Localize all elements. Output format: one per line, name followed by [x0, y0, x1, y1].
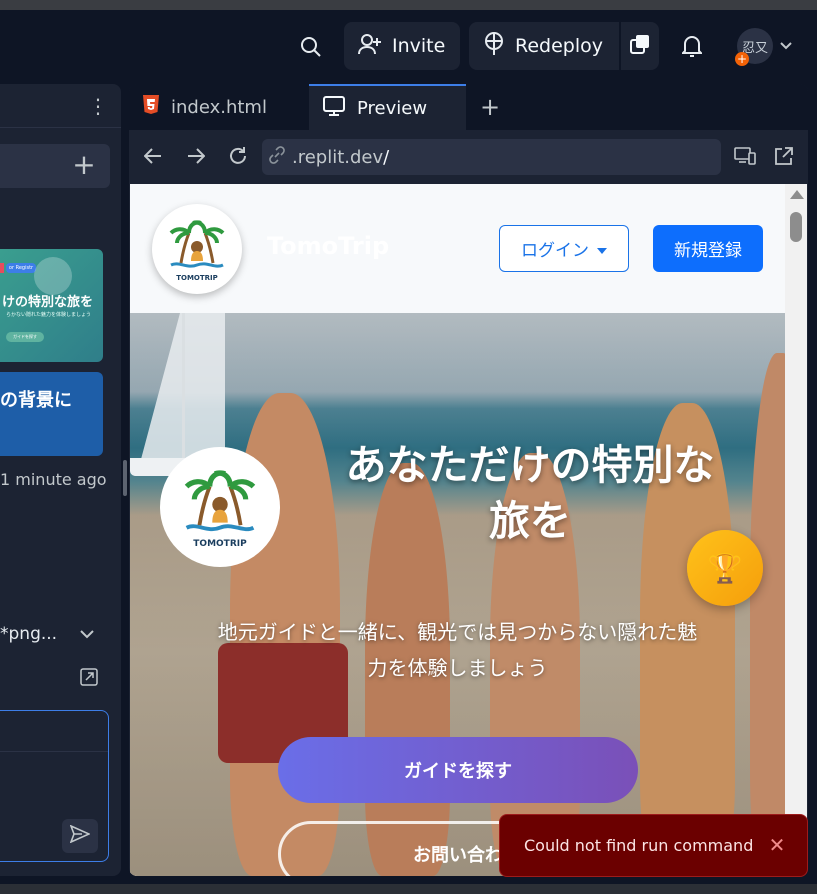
timestamp: 1 minute ago [0, 470, 107, 489]
hero-title: あなただけの特別な 旅を [310, 437, 750, 549]
hero-title-line: 旅を [489, 497, 571, 545]
bell-icon[interactable] [680, 34, 704, 58]
link-icon [268, 145, 286, 169]
attachment-label: *png... [0, 624, 58, 644]
scrollbar-thumb[interactable] [790, 212, 802, 242]
toast-message: Could not find run command [524, 836, 754, 855]
tab-label: index.html [171, 96, 267, 118]
url-host: .replit.dev [292, 146, 384, 168]
devices-icon[interactable] [733, 144, 757, 168]
hero-subtitle: 地元ガイドと一緒に、観光では見つからない隠れた魅 力を体験しましょう [160, 614, 755, 686]
invite-button[interactable]: Invite [344, 22, 460, 70]
thumb-logo [34, 257, 72, 295]
plus-icon[interactable]: + [72, 150, 96, 180]
window-top-strip [0, 0, 817, 10]
back-arrow-icon[interactable] [141, 144, 165, 168]
send-icon [69, 824, 91, 847]
login-label: ログイン [521, 241, 589, 261]
thumb-title: けの特別な旅を [2, 295, 94, 310]
login-dropdown-button[interactable]: ログイン [499, 225, 629, 272]
send-button[interactable] [62, 819, 98, 853]
palm-tree-icon [184, 470, 256, 531]
palm-tree-icon [169, 220, 225, 268]
left-panel: ⋮ + or Registr けの特別な旅を らかない隠れた魅力を体験しましょう… [0, 84, 121, 876]
stack-icon [630, 34, 650, 59]
new-tab-button[interactable]: + [477, 92, 503, 122]
open-external-icon[interactable] [772, 144, 796, 168]
screenshot-thumbnail[interactable]: or Registr けの特別な旅を らかない隠れた魅力を体験しましょう ガイド… [0, 249, 103, 362]
find-guide-button[interactable]: ガイドを探す [278, 737, 638, 803]
sailboat-sail [140, 313, 225, 463]
hero-subtitle-line: 力を体験しましょう [367, 656, 548, 680]
logo-text: TOMOTRIP [193, 538, 247, 549]
message-bubble: の背景に [0, 372, 103, 456]
tab-label: Preview [357, 97, 428, 119]
tab-bar: index.html Preview + [129, 84, 808, 130]
signup-button[interactable]: 新規登録 [653, 225, 763, 272]
url-path: / [383, 146, 390, 168]
window-bottom-strip [0, 884, 817, 894]
site-logo[interactable]: TOMOTRIP [152, 204, 242, 294]
deploy-icon [483, 31, 505, 61]
thumb-button: ガイドを探す [6, 332, 44, 342]
html5-icon [143, 94, 159, 120]
monitor-icon [323, 95, 345, 121]
thumb-badge [0, 263, 4, 273]
hero-logo: TOMOTRIP [160, 447, 280, 567]
reload-icon[interactable] [226, 144, 250, 168]
search-icon[interactable] [298, 34, 324, 60]
logo-text: TOMOTRIP [176, 273, 218, 282]
chevron-down-icon[interactable] [778, 38, 794, 54]
trophy-icon[interactable]: 🏆 [687, 530, 763, 606]
url-field[interactable]: .replit.dev/ [262, 139, 721, 175]
forward-arrow-icon[interactable] [184, 144, 208, 168]
deployments-button[interactable] [621, 22, 659, 70]
scroll-up-icon[interactable] [790, 190, 804, 199]
redeploy-button[interactable]: Redeploy [469, 22, 619, 70]
invite-label: Invite [392, 35, 446, 57]
avatar-badge: + [735, 52, 749, 66]
hero-title-line: あなただけの特別な [345, 441, 715, 489]
tab-preview[interactable]: Preview [309, 84, 466, 130]
expand-icon[interactable] [80, 668, 100, 688]
chat-divider [0, 751, 108, 752]
preview-scrollbar[interactable] [785, 184, 807, 876]
hero-section: TOMOTRIP あなただけの特別な 旅を 🏆 地元ガイドと一緒に、観光では見つ… [130, 313, 785, 876]
panel-resize-handle[interactable] [123, 460, 127, 496]
chat-input[interactable] [0, 710, 109, 862]
add-user-icon [358, 33, 382, 60]
preview-panel: index.html Preview + .replit.dev/ TOMOTR… [129, 84, 808, 876]
kebab-menu-icon[interactable]: ⋮ [88, 94, 108, 118]
close-icon[interactable]: ✕ [766, 834, 788, 856]
error-toast: Could not find run command [499, 814, 808, 877]
webview: TOMOTRIP TomoTrip ログイン 新規登録 TOMOTRIP あなた… [130, 184, 807, 876]
chevron-down-icon[interactable] [80, 624, 100, 646]
thumb-subtitle: らかない隠れた魅力を体験しましょう [6, 312, 92, 318]
tab-index-html[interactable]: index.html [129, 84, 307, 130]
message-text: の背景に [0, 390, 72, 411]
site-brand[interactable]: TomoTrip [267, 232, 389, 260]
caret-down-icon [597, 239, 607, 259]
redeploy-label: Redeploy [515, 35, 603, 57]
hero-photo-person [750, 353, 785, 876]
thumb-pill: or Registr [6, 263, 36, 273]
site-header: TOMOTRIP TomoTrip ログイン 新規登録 [130, 184, 785, 313]
hero-subtitle-line: 地元ガイドと一緒に、観光では見つからない隠れた魅 [217, 620, 698, 644]
